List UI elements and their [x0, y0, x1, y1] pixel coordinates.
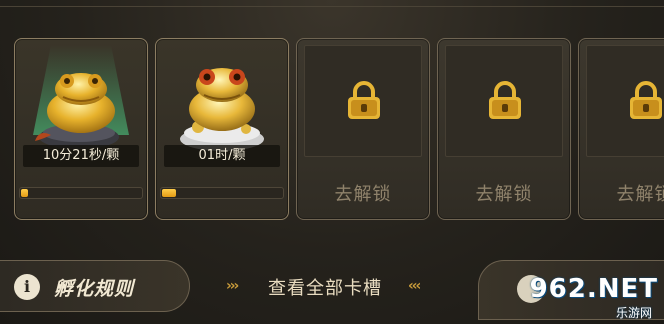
unlock-button[interactable]: 去解锁 — [438, 180, 570, 206]
hatch-progress-bar — [19, 187, 143, 199]
hatch-progress-fill — [21, 189, 28, 197]
hatch-progress-fill — [162, 189, 176, 197]
unlock-button[interactable]: 去解锁 — [297, 180, 429, 206]
chevrons-right-icon: ››› — [226, 278, 239, 294]
chevrons-left-icon: ‹‹‹ — [408, 278, 421, 294]
hatch-timer: 10分21秒/颗 — [23, 145, 139, 167]
site-watermark: 962.NET 乐游网 — [520, 274, 658, 320]
unlock-button[interactable]: 去解锁 — [579, 180, 664, 206]
hatch-rules-label: 孵化规则 — [54, 278, 135, 300]
hatch-timer: 01时/颗 — [164, 145, 280, 167]
hatch-rules-button[interactable]: i 孵化规则 — [0, 260, 190, 312]
slot-card-2[interactable]: 01时/颗 — [155, 38, 289, 220]
slot-card-3[interactable]: 去解锁 — [296, 38, 430, 220]
locked-slot-frame — [304, 45, 422, 157]
padlock-icon — [348, 81, 380, 119]
slot-card-1[interactable]: 10分21秒/颗 — [14, 38, 148, 220]
slot-card-5[interactable]: 去解锁 — [578, 38, 664, 220]
view-all-slots-link[interactable]: 查看全部卡槽 — [268, 274, 382, 300]
watermark-subtitle: 乐游网 — [615, 306, 652, 320]
frog-icon — [33, 45, 129, 149]
slot-card-4[interactable]: 去解锁 — [437, 38, 571, 220]
padlock-icon — [489, 81, 521, 119]
slot-row: 10分21秒/颗 01时/颗 去解锁 去解锁 去解 — [0, 0, 664, 240]
info-icon: i — [14, 274, 40, 300]
locked-slot-frame — [586, 45, 664, 157]
padlock-icon — [630, 81, 662, 119]
frog-icon — [180, 68, 264, 151]
hatch-progress-bar — [160, 187, 284, 199]
watermark-logo: 962.NET — [529, 274, 658, 304]
locked-slot-frame — [445, 45, 563, 157]
